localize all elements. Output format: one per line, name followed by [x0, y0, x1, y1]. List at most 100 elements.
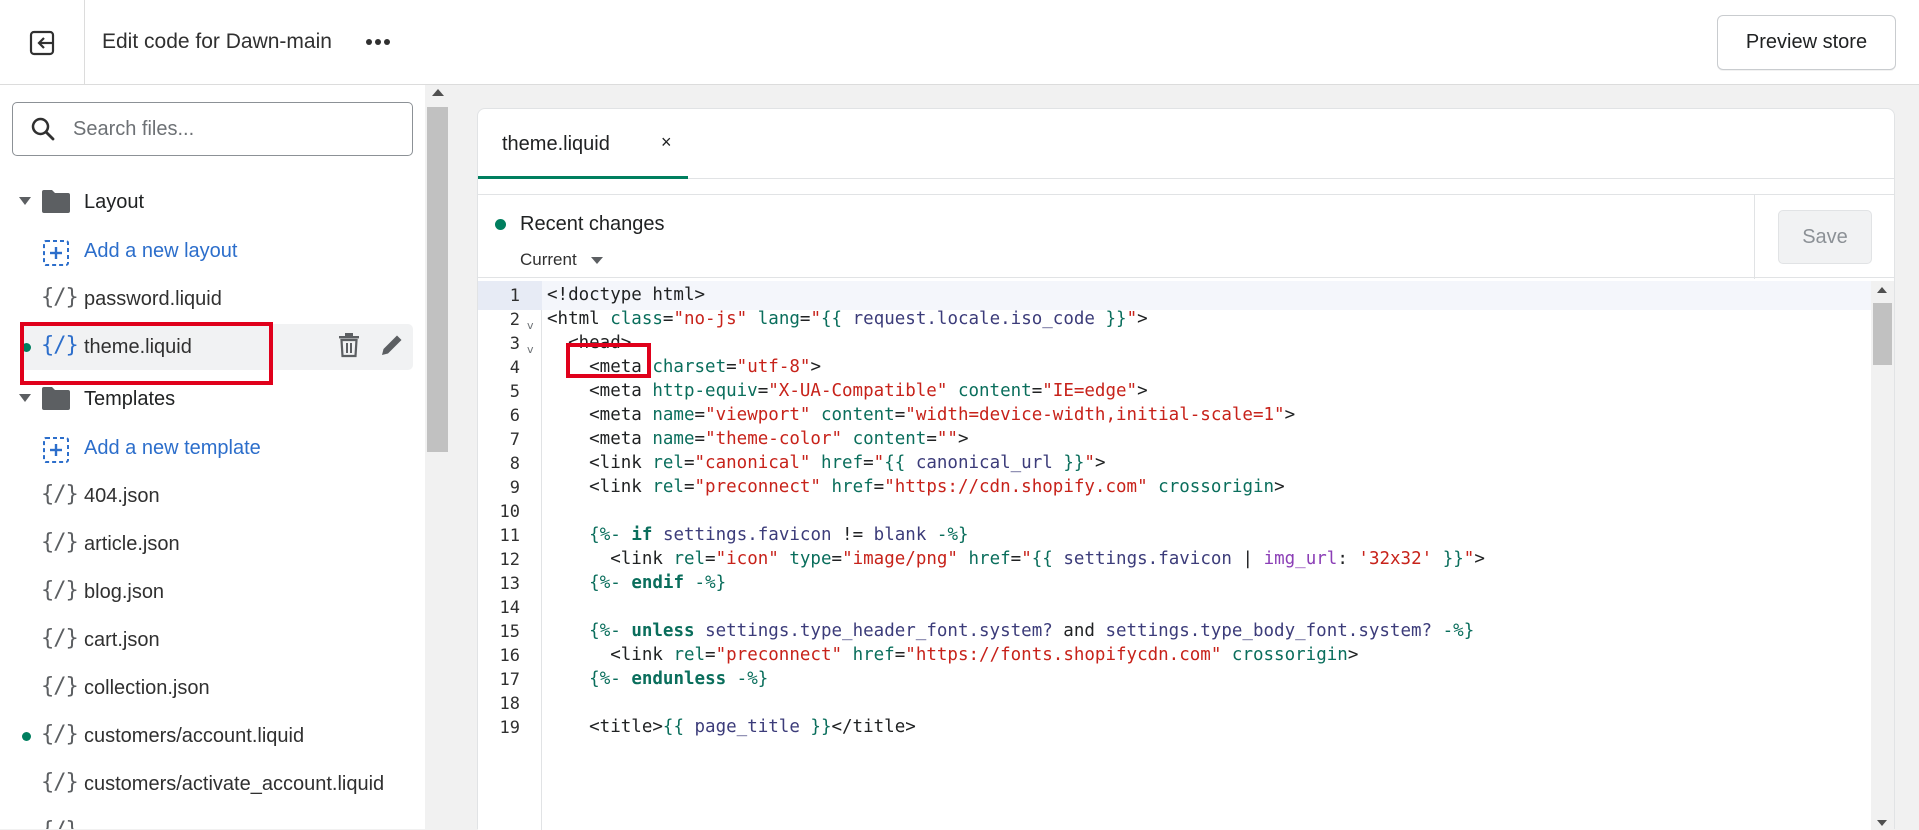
scroll-up-arrow-icon[interactable]: [1877, 287, 1887, 293]
folder-layout[interactable]: Layout: [0, 179, 425, 225]
file-label: customers/activate_account.liquid: [84, 773, 385, 795]
fold-chevron-icon[interactable]: v: [527, 319, 534, 332]
code-line-6: <meta name="viewport" content="width=dev…: [547, 405, 1296, 425]
line-number: 10: [499, 502, 520, 522]
folder-icon: [42, 190, 70, 213]
line-number: 5: [509, 382, 520, 402]
code-line-12: <link rel="icon" type="image/png" href="…: [547, 549, 1485, 569]
code-line-17: {%- endunless -%}: [589, 669, 769, 689]
file-article-json[interactable]: {/} article.json: [0, 521, 425, 567]
top-bar: Edit code for Dawn-main Preview store: [0, 0, 1919, 85]
line-number: 2: [509, 310, 520, 330]
tab-label: theme.liquid: [502, 133, 610, 155]
code-file-icon: {/}: [41, 626, 79, 651]
code-line-13: {%- endif -%}: [589, 573, 727, 593]
tab-theme-liquid[interactable]: theme.liquid ×: [478, 109, 688, 179]
code-editor[interactable]: 1 2 3 4 5 6 7 8 9 10 11 12 13 14 15 16 17 18 19 v v <!doct…: [478, 281, 1894, 830]
code-file-icon: {/}: [41, 674, 79, 699]
file-blog-json[interactable]: {/} blog.json: [0, 569, 425, 615]
code-line-19: <title>{{ page_title }}</title>: [547, 717, 916, 737]
code-line-3: <head>: [568, 333, 632, 353]
code-line-5: <meta http-equiv="X-UA-Compatible" conte…: [547, 381, 1148, 401]
version-select-value: Current: [520, 250, 577, 269]
chevron-down-icon: [19, 394, 31, 402]
folder-icon: [42, 387, 70, 410]
file-cart-json[interactable]: {/} cart.json: [0, 617, 425, 663]
file-label: 404.json: [84, 485, 160, 507]
save-button[interactable]: Save: [1778, 210, 1872, 264]
scrollbar-thumb[interactable]: [1873, 303, 1892, 365]
file-label: cart.json: [84, 629, 160, 651]
code-line-4: <meta charset="utf-8">: [547, 357, 821, 377]
status-dot: [495, 219, 506, 230]
code-file-icon: {/}: [41, 530, 79, 555]
file-theme-liquid[interactable]: {/} theme.liquid: [20, 324, 413, 370]
file-label: blog.json: [84, 581, 165, 603]
line-number: 1: [509, 286, 520, 306]
add-template-link[interactable]: Add a new template: [0, 425, 425, 471]
line-number: 16: [499, 646, 520, 666]
file-label: collection.json: [84, 677, 210, 699]
trash-icon[interactable]: [337, 332, 361, 358]
more-actions-button[interactable]: [362, 22, 394, 62]
caret-down-icon: [590, 256, 603, 264]
version-select[interactable]: Current: [520, 250, 603, 270]
modified-dot: [22, 732, 31, 741]
modified-dot: [22, 343, 31, 352]
code-file-icon: {/}: [41, 482, 79, 507]
folder-label: Templates: [84, 388, 176, 410]
line-number: 8: [509, 454, 520, 474]
chevron-down-icon: [19, 197, 31, 205]
file-customers-account-liquid[interactable]: {/} customers/account.liquid: [0, 713, 425, 759]
line-number: 13: [499, 574, 520, 594]
code-scrollbar[interactable]: [1871, 281, 1894, 830]
code-line-8: <link rel="canonical" href="{{ canonical…: [547, 453, 1106, 473]
line-number: 4: [509, 358, 520, 378]
add-layout-link[interactable]: Add a new layout: [0, 228, 425, 274]
code-file-icon: {/}: [41, 770, 79, 795]
folder-templates[interactable]: Templates: [0, 376, 425, 422]
file-label: password.liquid: [84, 288, 222, 310]
close-icon[interactable]: ×: [661, 132, 672, 153]
file-label: theme.liquid: [84, 336, 192, 358]
fold-chevron-icon[interactable]: v: [527, 343, 534, 356]
sidebar-scrollbar[interactable]: [425, 85, 450, 829]
recent-changes-bar: Recent changes Current Save: [478, 194, 1894, 279]
file-customers-activate-account-liquid[interactable]: {/} customers/activate_account.liquid: [0, 761, 425, 807]
line-number: 3: [509, 334, 520, 354]
exit-button[interactable]: [0, 0, 85, 85]
add-template-label: Add a new template: [84, 437, 261, 459]
scroll-down-arrow-icon[interactable]: [1877, 820, 1887, 826]
search-icon: [31, 117, 55, 141]
code-file-icon: {/}: [41, 818, 79, 829]
code-line-1: <!doctype html>: [547, 285, 706, 305]
code-file-icon: {/}: [41, 333, 79, 358]
folder-label: Layout: [84, 191, 145, 213]
line-number: 9: [509, 478, 520, 498]
file-search: [12, 102, 413, 156]
add-file-icon: [43, 437, 69, 463]
code-line-7: <meta name="theme-color" content="">: [547, 429, 969, 449]
code-line-16: <link rel="preconnect" href="https://fon…: [547, 645, 1359, 665]
file-row-partial[interactable]: {/}: [0, 809, 425, 829]
file-label: article.json: [84, 533, 180, 555]
line-number: 19: [499, 718, 520, 738]
file-password-liquid[interactable]: {/} password.liquid: [0, 276, 425, 322]
file-row-actions: [337, 332, 405, 358]
scroll-up-arrow-icon[interactable]: [432, 89, 444, 96]
file-404-json[interactable]: {/} 404.json: [0, 473, 425, 519]
exit-icon: [29, 30, 55, 55]
divider: [1754, 195, 1755, 279]
pencil-icon[interactable]: [379, 332, 405, 358]
line-number: 6: [509, 406, 520, 426]
line-number: 17: [499, 670, 520, 690]
preview-store-button[interactable]: Preview store: [1717, 15, 1896, 70]
scrollbar-thumb[interactable]: [427, 107, 448, 452]
page-title: Edit code for Dawn-main: [102, 30, 332, 53]
search-input[interactable]: [73, 113, 393, 145]
file-collection-json[interactable]: {/} collection.json: [0, 665, 425, 711]
line-number: 18: [499, 694, 520, 714]
